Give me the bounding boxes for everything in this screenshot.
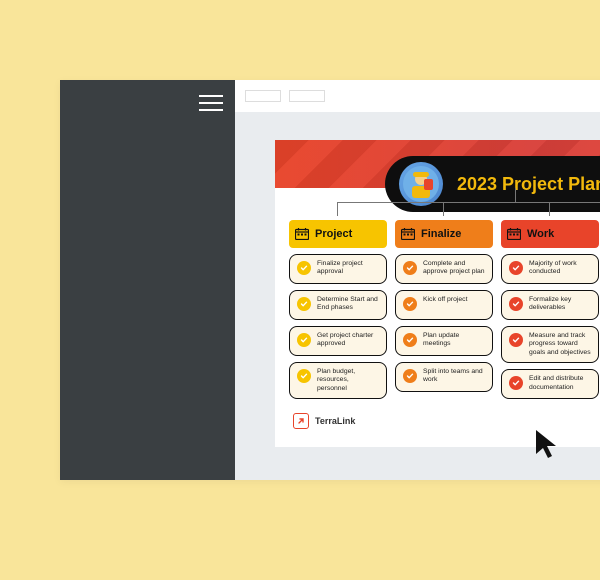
check-icon <box>297 297 311 311</box>
canvas-area[interactable]: 2023 Project Planning ProjectFinalize pr… <box>235 112 600 480</box>
task-card[interactable]: Complete and approve project plan <box>395 254 493 284</box>
task-text: Complete and approve project plan <box>423 260 485 277</box>
task-text: Plan update meetings <box>423 332 485 349</box>
columns: Project Finalize project approval Determin… <box>275 220 600 399</box>
app-window: 2023 Project Planning ProjectFinalize pr… <box>60 80 600 480</box>
task-card[interactable]: Measure and track progress toward goals … <box>501 326 599 363</box>
task-text: Get project charter approved <box>317 332 379 349</box>
sidebar <box>60 80 235 480</box>
check-icon <box>403 297 417 311</box>
brand-icon <box>293 413 309 429</box>
check-icon <box>509 261 523 275</box>
column-header[interactable]: Work <box>501 220 599 248</box>
toolbar-control[interactable] <box>289 90 325 102</box>
brand: TerraLink <box>293 413 600 429</box>
task-text: Majority of work conducted <box>529 260 591 277</box>
check-icon <box>403 333 417 347</box>
column: Project Finalize project approval Determin… <box>289 220 387 399</box>
column-label: Project <box>315 228 352 240</box>
check-icon <box>403 369 417 383</box>
task-text: Split into teams and work <box>423 368 485 385</box>
column-label: Work <box>527 228 554 240</box>
column-header[interactable]: Finalize <box>395 220 493 248</box>
check-icon <box>297 261 311 275</box>
tree-connector <box>275 188 600 220</box>
task-card[interactable]: Formalize key deliverables <box>501 290 599 320</box>
calendar-icon <box>401 228 415 240</box>
task-card[interactable]: Get project charter approved <box>289 326 387 356</box>
task-text: Determine Start and End phases <box>317 296 379 313</box>
task-text: Finalize project approval <box>317 260 379 277</box>
task-card[interactable]: Plan update meetings <box>395 326 493 356</box>
column-header[interactable]: Project <box>289 220 387 248</box>
task-card[interactable]: Split into teams and work <box>395 362 493 392</box>
check-icon <box>509 376 523 390</box>
task-card[interactable]: Plan budget, resources, personnel <box>289 362 387 399</box>
task-card[interactable]: Finalize project approval <box>289 254 387 284</box>
task-card[interactable]: Edit and distribute documentation <box>501 369 599 399</box>
menu-icon[interactable] <box>199 90 223 116</box>
task-card[interactable]: Determine Start and End phases <box>289 290 387 320</box>
check-icon <box>297 333 311 347</box>
column: Finalize Complete and approve project pla… <box>395 220 493 399</box>
check-icon <box>509 297 523 311</box>
check-icon <box>297 369 311 383</box>
calendar-icon <box>507 228 521 240</box>
calendar-icon <box>295 228 309 240</box>
task-card[interactable]: Majority of work conducted <box>501 254 599 284</box>
toolbar <box>235 80 600 112</box>
canvas-document[interactable]: 2023 Project Planning ProjectFinalize pr… <box>275 140 600 447</box>
task-text: Plan budget, resources, personnel <box>317 368 379 393</box>
task-text: Kick off project <box>423 296 467 304</box>
task-card[interactable]: Kick off project <box>395 290 493 320</box>
task-text: Measure and track progress toward goals … <box>529 332 591 357</box>
brand-name: TerraLink <box>315 416 355 426</box>
toolbar-control[interactable] <box>245 90 281 102</box>
task-text: Formalize key deliverables <box>529 296 591 313</box>
check-icon <box>403 261 417 275</box>
column-label: Finalize <box>421 228 461 240</box>
main-area: 2023 Project Planning ProjectFinalize pr… <box>235 80 600 480</box>
task-text: Edit and distribute documentation <box>529 375 591 392</box>
check-icon <box>509 333 523 347</box>
column: Work Majority of work conducted Formalize … <box>501 220 599 399</box>
